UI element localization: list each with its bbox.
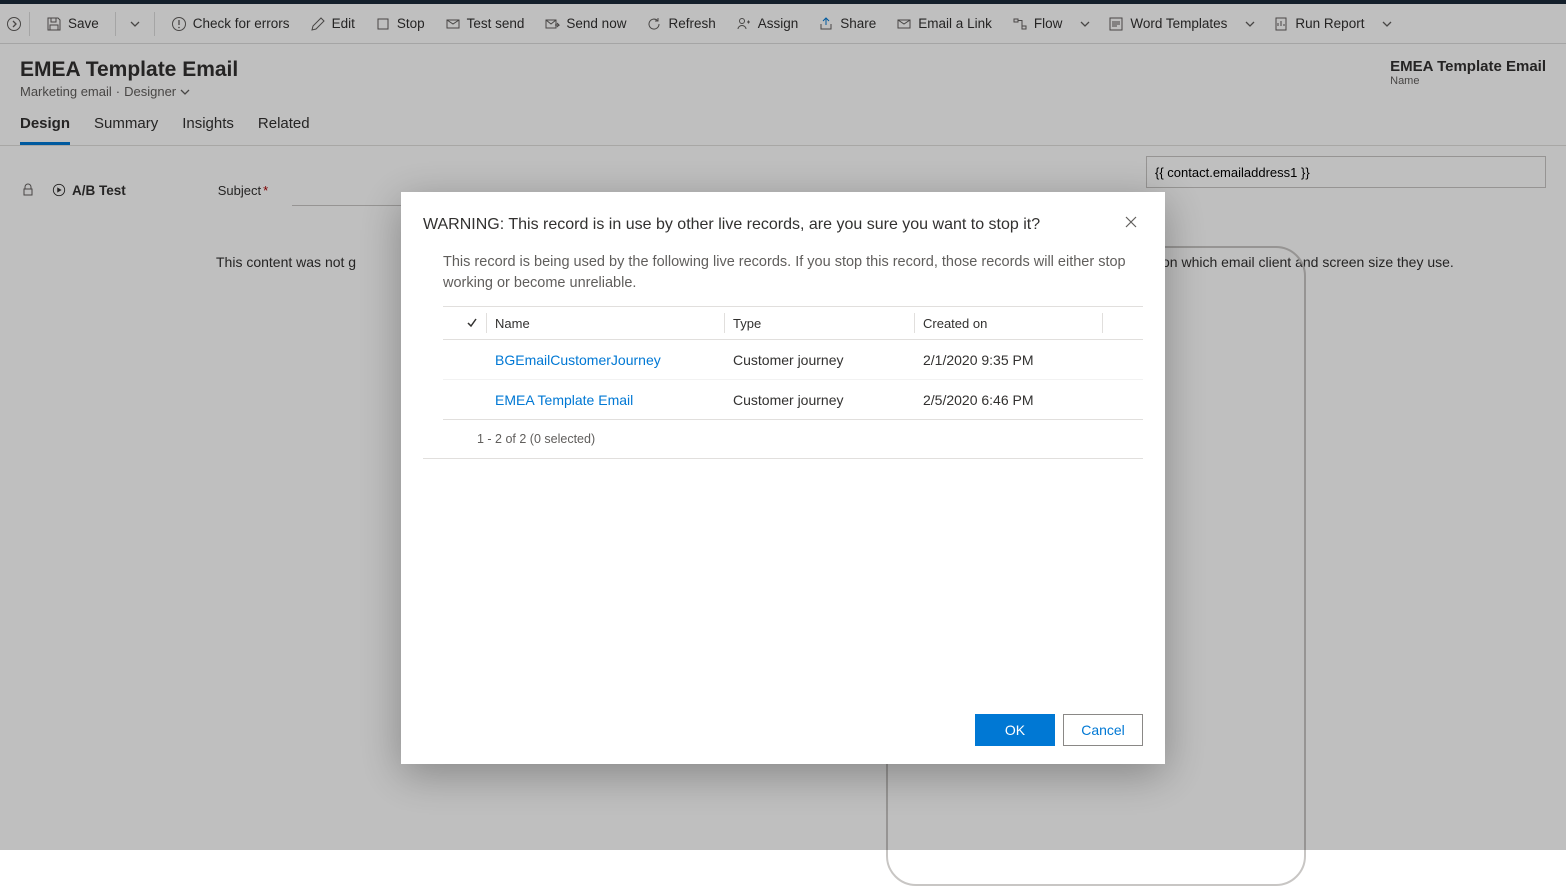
- record-type: Customer journey: [725, 352, 915, 368]
- stop-warning-dialog: WARNING: This record is in use by other …: [401, 192, 1165, 764]
- table-row[interactable]: BGEmailCustomerJourney Customer journey …: [443, 340, 1143, 380]
- cancel-button[interactable]: Cancel: [1063, 714, 1143, 746]
- ok-button[interactable]: OK: [975, 714, 1055, 746]
- select-all-checkbox[interactable]: [443, 313, 487, 333]
- modal-overlay: WARNING: This record is in use by other …: [0, 0, 1566, 850]
- close-icon: [1125, 216, 1137, 228]
- record-created: 2/1/2020 9:35 PM: [915, 352, 1103, 368]
- record-link[interactable]: BGEmailCustomerJourney: [487, 352, 725, 368]
- record-type: Customer journey: [725, 392, 915, 408]
- check-icon: [466, 317, 478, 329]
- dialog-close-button[interactable]: [1125, 216, 1143, 234]
- dependent-records-grid: Name Type Created on BGEmailCustomerJour…: [443, 306, 1143, 420]
- grid-footer-count: 1 - 2 of 2 (0 selected): [423, 420, 1143, 459]
- dialog-title: WARNING: This record is in use by other …: [423, 216, 1040, 234]
- dialog-body-text: This record is being used by the followi…: [401, 234, 1165, 294]
- record-created: 2/5/2020 6:46 PM: [915, 392, 1103, 408]
- table-row[interactable]: EMEA Template Email Customer journey 2/5…: [443, 380, 1143, 420]
- column-type-header[interactable]: Type: [725, 313, 915, 333]
- record-link[interactable]: EMEA Template Email: [487, 392, 725, 408]
- column-name-header[interactable]: Name: [487, 313, 725, 333]
- column-created-header[interactable]: Created on: [915, 313, 1103, 333]
